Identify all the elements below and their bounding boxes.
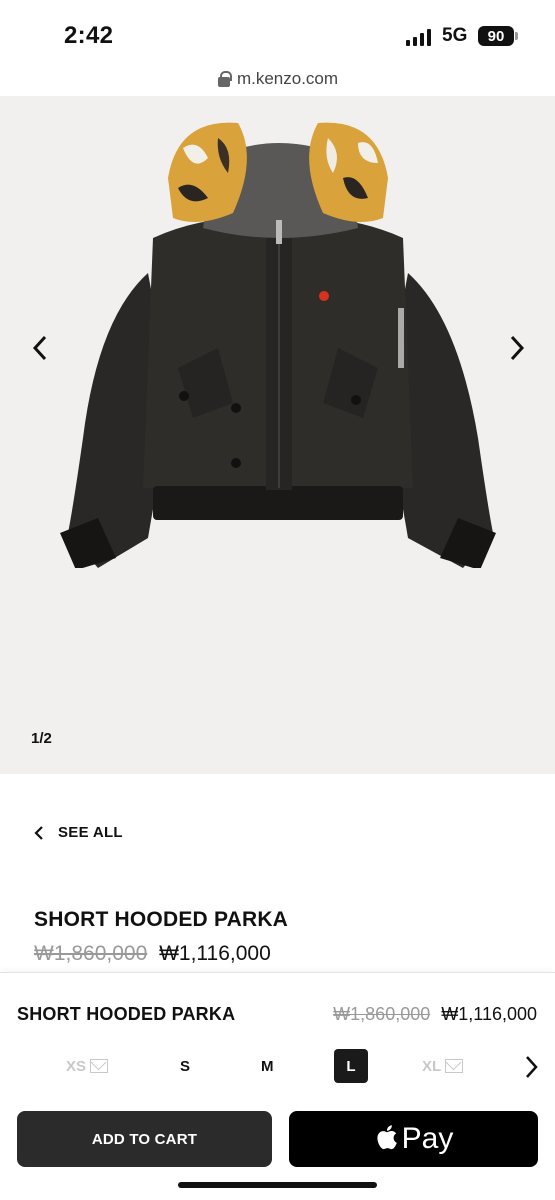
- product-image-parka: [60, 122, 496, 568]
- apple-pay-button[interactable]: Pay: [289, 1111, 538, 1167]
- size-option-xl[interactable]: XL: [422, 1049, 464, 1083]
- product-gallery[interactable]: 1/2: [0, 96, 555, 774]
- sticky-price: ₩1,860,000 ₩1,116,000: [333, 1004, 537, 1025]
- price-original: ₩1,860,000: [34, 942, 148, 965]
- sticky-purchase-panel: SHORT HOODED PARKA ₩1,860,000 ₩1,116,000…: [0, 972, 555, 1200]
- size-option-xs[interactable]: XS: [66, 1049, 109, 1083]
- chevron-left-icon: [34, 825, 43, 840]
- size-option-m[interactable]: M: [261, 1049, 274, 1083]
- apple-logo-icon: [377, 1125, 397, 1150]
- status-bar: 2:42 5G 90: [0, 0, 555, 62]
- size-option-s[interactable]: S: [180, 1049, 190, 1083]
- size-label: S: [180, 1057, 191, 1075]
- cellular-signal-icon: [406, 28, 431, 46]
- url-text: m.kenzo.com: [236, 69, 339, 88]
- sticky-price-sale: ₩1,116,000: [441, 1004, 537, 1024]
- size-label: XL: [422, 1057, 442, 1075]
- apple-pay-label: Pay: [401, 1122, 454, 1155]
- price-sale: ₩1,116,000: [159, 942, 271, 965]
- url-bar[interactable]: m.kenzo.com: [0, 62, 555, 96]
- gallery-next-button[interactable]: [497, 328, 537, 368]
- sticky-product-title: SHORT HOODED PARKA: [17, 1004, 236, 1024]
- size-label: XS: [66, 1057, 87, 1075]
- gallery-counter: 1/2: [31, 730, 52, 747]
- mail-icon: [90, 1059, 109, 1073]
- battery-icon: 90: [478, 26, 514, 46]
- mail-icon: [445, 1059, 464, 1073]
- size-selector: XS S M L XL: [0, 1049, 555, 1085]
- home-indicator: [178, 1182, 377, 1188]
- size-label: L: [346, 1057, 356, 1075]
- status-time: 2:42: [64, 22, 114, 49]
- product-title: SHORT HOODED PARKA: [34, 908, 289, 931]
- product-price: ₩1,860,000 ₩1,116,000: [34, 942, 271, 966]
- battery-tip: [515, 32, 518, 40]
- see-all-link[interactable]: SEE ALL: [34, 824, 123, 841]
- lock-icon: [217, 71, 232, 87]
- chevron-right-icon: [510, 335, 525, 361]
- sticky-price-original: ₩1,860,000: [333, 1004, 431, 1024]
- add-to-cart-button[interactable]: ADD TO CART: [17, 1111, 272, 1167]
- see-all-label: SEE ALL: [58, 824, 123, 841]
- gallery-prev-button[interactable]: [20, 328, 60, 368]
- size-option-l[interactable]: L: [334, 1049, 368, 1083]
- network-type: 5G: [442, 25, 468, 46]
- size-label: M: [261, 1057, 274, 1075]
- chevron-right-icon[interactable]: [519, 1053, 543, 1081]
- chevron-left-icon: [32, 335, 47, 361]
